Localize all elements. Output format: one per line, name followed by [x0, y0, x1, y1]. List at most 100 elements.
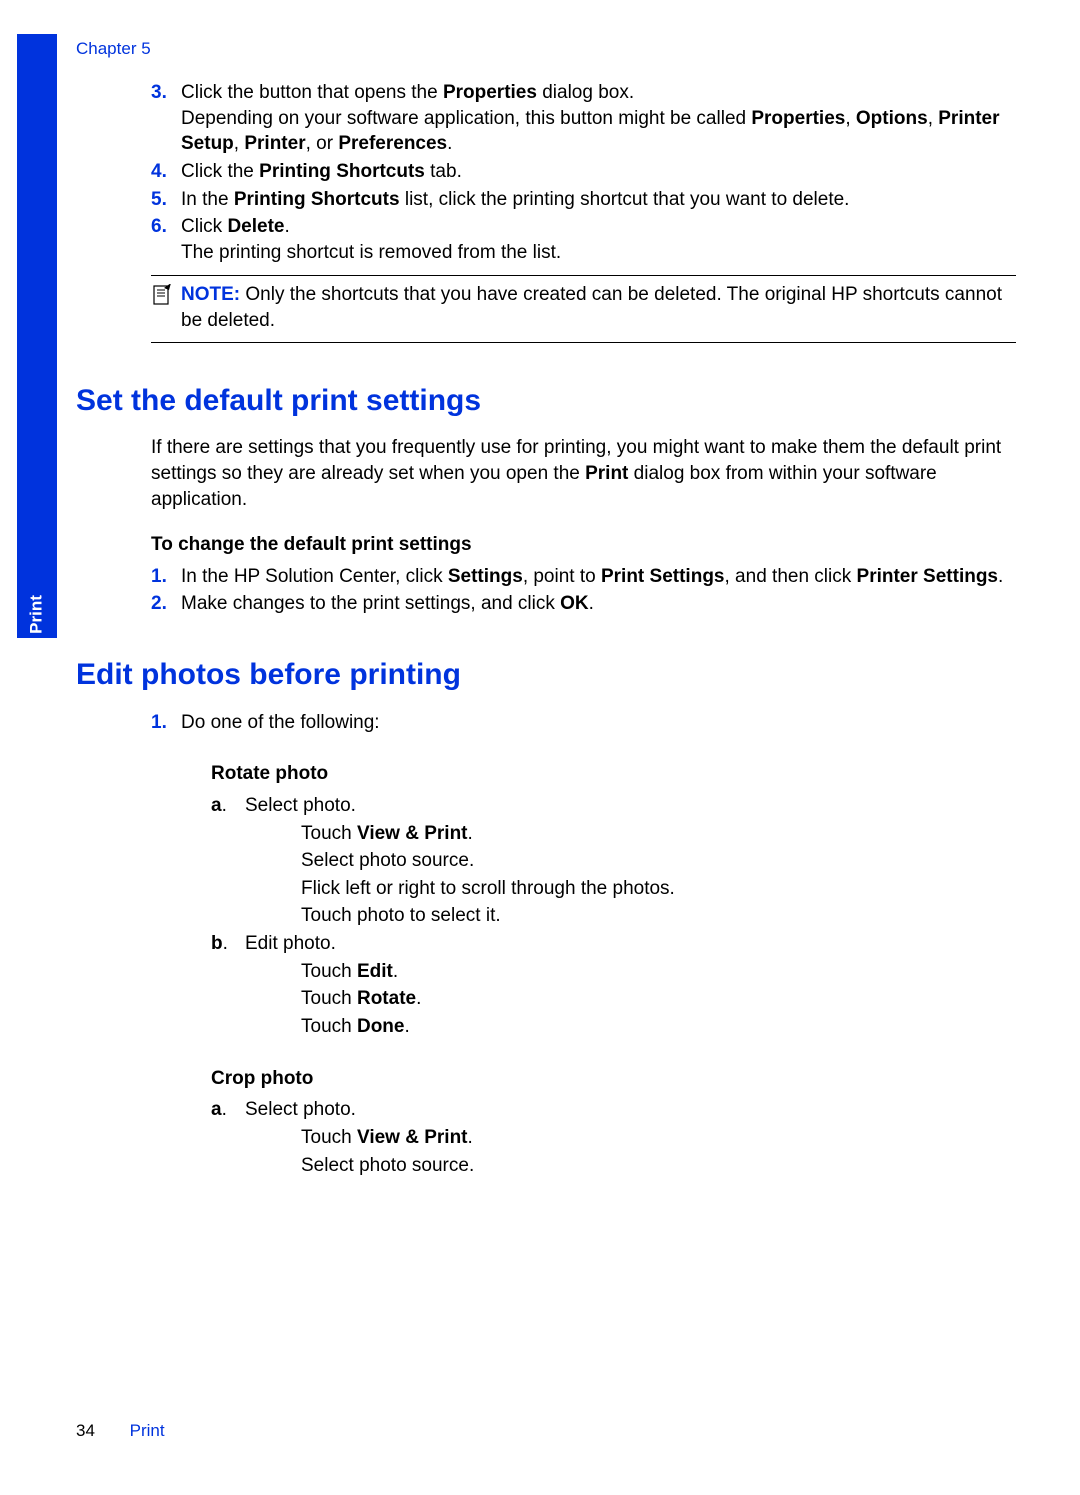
text: ,: [234, 133, 245, 154]
page-number: 34: [76, 1421, 95, 1440]
step-number: 4.: [151, 159, 167, 185]
intro-text: If there are settings that you frequentl…: [151, 435, 1016, 512]
text: .: [416, 988, 421, 1009]
chapter-label: Chapter 5: [76, 38, 151, 61]
text: list, click the printing shortcut that y…: [400, 189, 850, 210]
step-3: 3. Click the button that opens the Prope…: [151, 80, 1016, 157]
step-number: 5.: [151, 187, 167, 213]
text: , and then click: [725, 566, 857, 587]
bold: Options: [856, 108, 928, 129]
heading-edit-photos: Edit photos before printing: [76, 655, 1016, 696]
text: Click the: [181, 161, 259, 182]
rotate-steps: a. Select photo. Touch View & Print. Sel…: [211, 793, 1016, 1040]
text: Touch: [301, 961, 357, 982]
text: Select photo.: [245, 795, 356, 816]
step-letter: b.: [211, 931, 228, 957]
rotate-heading: Rotate photo: [211, 761, 1016, 787]
bold: Settings: [448, 566, 523, 587]
step-1: 1. Do one of the following: Rotate photo…: [151, 710, 1016, 1179]
sub-steps: Touch View & Print. Select photo source.: [301, 1125, 1016, 1178]
note-block: NOTE: Only the shortcuts that you have c…: [151, 275, 1016, 342]
crop-steps: a. Select photo. Touch View & Print. Sel…: [211, 1097, 1016, 1178]
note-text-block: NOTE: Only the shortcuts that you have c…: [151, 282, 1016, 333]
footer-title: Print: [130, 1421, 165, 1440]
step-letter: a.: [211, 793, 227, 819]
text: Edit photo.: [245, 933, 336, 954]
text: ,: [928, 108, 939, 129]
text: .: [468, 1127, 473, 1148]
step-1: 1. In the HP Solution Center, click Sett…: [151, 564, 1016, 590]
text: Select photo.: [245, 1099, 356, 1120]
step-2: 2. Make changes to the print settings, a…: [151, 591, 1016, 617]
crop-heading: Crop photo: [211, 1066, 1016, 1092]
sub-heading-change-default: To change the default print settings: [151, 532, 1016, 558]
side-tab-label: Print: [26, 595, 49, 634]
text: .: [589, 593, 594, 614]
text: Click the button that opens the: [181, 82, 443, 103]
bold: Delete: [227, 216, 284, 237]
step-letter: a.: [211, 1097, 227, 1123]
bold: Printing Shortcuts: [234, 189, 400, 210]
sub-steps: Touch Edit. Touch Rotate. Touch Done.: [301, 959, 1016, 1040]
step-number: 1.: [151, 710, 167, 736]
bold: View & Print: [357, 823, 468, 844]
rotate-a: a. Select photo. Touch View & Print. Sel…: [211, 793, 1016, 929]
bold: Rotate: [357, 988, 416, 1009]
bold: Properties: [443, 82, 537, 103]
text: Click: [181, 216, 227, 237]
text: Depending on your software application, …: [181, 108, 751, 129]
bold: Preferences: [338, 133, 447, 154]
bold: Printing Shortcuts: [259, 161, 425, 182]
heading-default-settings: Set the default print settings: [76, 381, 1016, 422]
note-body: Only the shortcuts that you have created…: [181, 284, 1002, 331]
page-footer: 34 Print: [76, 1420, 165, 1443]
text: Touch: [301, 823, 357, 844]
text: Touch: [301, 1127, 357, 1148]
text: In the HP Solution Center, click: [181, 566, 448, 587]
text: Make changes to the print settings, and …: [181, 593, 560, 614]
text: Flick left or right to scroll through th…: [301, 876, 1016, 902]
text: .: [468, 823, 473, 844]
text: Select photo source.: [301, 1153, 1016, 1179]
steps-list-c: 1. Do one of the following: Rotate photo…: [151, 710, 1016, 1179]
bold: Edit: [357, 961, 393, 982]
text: .: [404, 1016, 409, 1037]
step-number: 1.: [151, 564, 167, 590]
step-4: 4. Click the Printing Shortcuts tab.: [151, 159, 1016, 185]
text: Select photo source.: [301, 848, 1016, 874]
text: .: [998, 566, 1003, 587]
step-number: 2.: [151, 591, 167, 617]
steps-list-a: 3. Click the button that opens the Prope…: [151, 80, 1016, 265]
steps-list-b: 1. In the HP Solution Center, click Sett…: [151, 564, 1016, 617]
text: .: [393, 961, 398, 982]
text: Touch: [301, 988, 357, 1009]
page-content: 3. Click the button that opens the Prope…: [76, 80, 1016, 1180]
text: tab.: [425, 161, 462, 182]
bold: Print: [585, 463, 628, 484]
bold: Printer Settings: [857, 566, 998, 587]
text: Touch photo to select it.: [301, 903, 1016, 929]
rotate-b: b. Edit photo. Touch Edit. Touch Rotate.…: [211, 931, 1016, 1040]
step-5: 5. In the Printing Shortcuts list, click…: [151, 187, 1016, 213]
text: Do one of the following:: [181, 712, 380, 733]
crop-a: a. Select photo. Touch View & Print. Sel…: [211, 1097, 1016, 1178]
text: , point to: [523, 566, 601, 587]
bold: Done: [357, 1016, 405, 1037]
step-number: 6.: [151, 214, 167, 240]
bold: Printer: [244, 133, 305, 154]
sub-steps: Touch View & Print. Select photo source.…: [301, 821, 1016, 930]
text: In the: [181, 189, 234, 210]
step-number: 3.: [151, 80, 167, 106]
side-tab: Print: [17, 34, 57, 638]
note-label: NOTE:: [181, 284, 240, 305]
text: dialog box.: [537, 82, 634, 103]
bold: View & Print: [357, 1127, 468, 1148]
bold: Properties: [751, 108, 845, 129]
bold: OK: [560, 593, 589, 614]
text: , or: [306, 133, 339, 154]
text: ,: [845, 108, 856, 129]
note-icon: [151, 284, 173, 314]
bold: Print Settings: [601, 566, 725, 587]
step-6: 6. Click Delete. The printing shortcut i…: [151, 214, 1016, 265]
text: Touch: [301, 1016, 357, 1037]
